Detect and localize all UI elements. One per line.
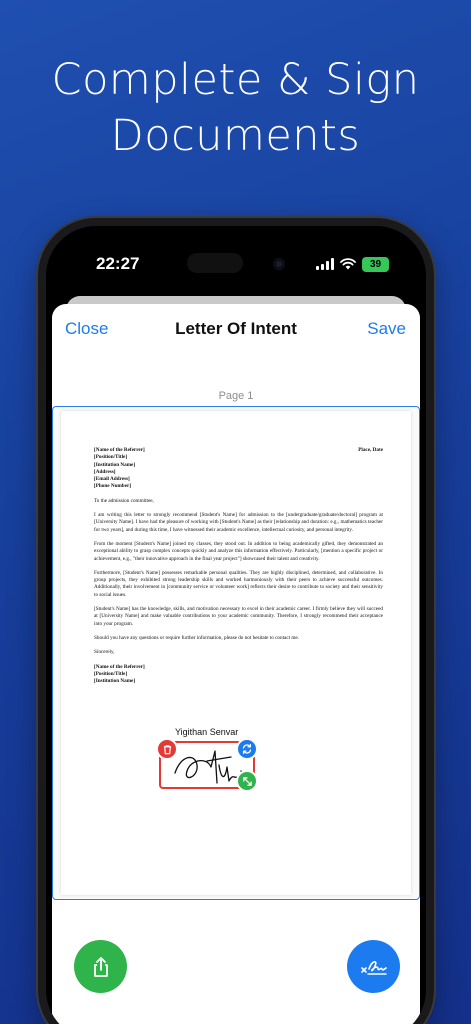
rotate-icon <box>242 743 252 755</box>
paragraph-4: [Student's Name] has the knowledge, skil… <box>94 606 383 627</box>
headline: Complete & Sign Documents <box>0 52 471 164</box>
share-icon <box>93 956 108 977</box>
paragraph-5: Should you have any questions or require… <box>94 634 299 641</box>
headline-line-2: Documents <box>110 111 361 161</box>
paragraph-2: From the moment [Student's Name] joined … <box>94 540 383 562</box>
header-line: [Institution Name] <box>94 461 136 468</box>
battery-icon: 39 <box>362 256 389 272</box>
signature-icon <box>360 960 387 975</box>
paragraph-3: Furthermore, [Student's Name] possesses … <box>94 569 383 598</box>
header-line: [Email Address] <box>94 476 130 483</box>
rotate-signature-button[interactable] <box>236 738 258 760</box>
salutation: To the admission committee, <box>94 497 154 504</box>
status-bar: 22:27 39 <box>46 226 426 296</box>
phone-frame: 22:27 39 Close Letter Of Intent Save Pag… <box>38 218 434 1024</box>
nav-bar: Close Letter Of Intent Save <box>52 304 420 358</box>
paragraph-1: I am writing this letter to strongly rec… <box>94 512 383 533</box>
letter-footer: [Name of the Referrer] [Position/Title] … <box>94 664 383 686</box>
signature-box[interactable] <box>156 738 258 792</box>
share-button[interactable] <box>74 940 127 993</box>
signal-icon <box>316 258 334 270</box>
header-line: [Address] <box>94 468 116 475</box>
document-sheet: Close Letter Of Intent Save Page 1 Place… <box>52 304 420 1024</box>
save-button[interactable]: Save <box>367 319 406 339</box>
headline-line-1: Complete & Sign <box>51 55 420 105</box>
delete-signature-button[interactable] <box>156 738 178 760</box>
place-date: Place, Date <box>358 447 383 453</box>
status-time: 22:27 <box>96 254 140 273</box>
header-line: [Position/Title] <box>94 454 128 461</box>
footer-line: [Name of the Referrer] <box>94 663 145 670</box>
document-page: Place, Date [Name of the Referrer] [Posi… <box>61 411 411 895</box>
resize-signature-button[interactable] <box>236 770 258 792</box>
wifi-icon <box>340 258 356 270</box>
document-title: Letter Of Intent <box>175 319 297 338</box>
dynamic-island <box>187 253 243 273</box>
letter-header: Place, Date [Name of the Referrer] [Posi… <box>94 447 383 491</box>
phone-screen: 22:27 39 Close Letter Of Intent Save Pag… <box>46 226 426 1024</box>
signature-name: Yigithan Senvar <box>175 727 239 737</box>
header-line: [Name of the Referrer] <box>94 447 145 453</box>
resize-icon <box>242 776 252 786</box>
footer-line: [Position/Title] <box>94 670 128 677</box>
page-label: Page 1 <box>218 390 254 402</box>
camera-icon <box>273 258 285 270</box>
footer-line: [Institution Name] <box>94 678 136 685</box>
closing: Sincerely, <box>94 649 115 656</box>
battery-level: 39 <box>369 258 382 270</box>
header-line: [Phone Number] <box>94 483 132 490</box>
page-frame[interactable]: Place, Date [Name of the Referrer] [Posi… <box>52 406 420 900</box>
trash-icon <box>163 744 171 754</box>
add-signature-button[interactable] <box>347 940 400 993</box>
status-icons: 39 <box>316 256 389 272</box>
